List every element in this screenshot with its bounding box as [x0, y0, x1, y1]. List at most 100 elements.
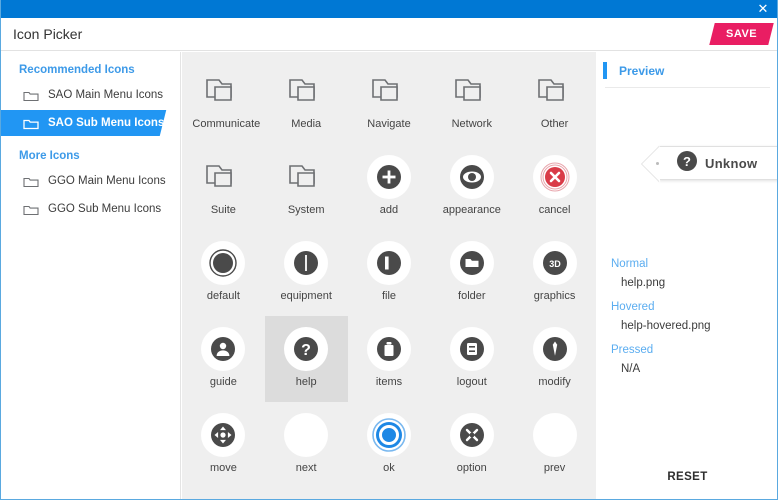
- icon-cell-label: file: [381, 290, 397, 302]
- sidebar-item-label: SAO Sub Menu Icons: [48, 117, 165, 129]
- preview-state-key: Hovered: [611, 301, 655, 313]
- plus-circle-icon: [366, 152, 411, 202]
- sidebar-item-ggo-sub-menu-icons[interactable]: GGO Sub Menu Icons: [1, 196, 180, 222]
- icon-cell-label: Media: [291, 118, 322, 130]
- icon-cell-label: Communicate: [192, 118, 261, 130]
- icon-cell-label: Network: [451, 118, 492, 130]
- icon-cell-items[interactable]: items: [348, 316, 431, 402]
- preview-title: Preview: [619, 64, 665, 78]
- icon-cell-label: guide: [209, 376, 237, 388]
- icon-cell-label: ok: [383, 462, 395, 474]
- icon-cell-appearance[interactable]: appearance: [430, 144, 513, 230]
- icon-cell-graphics[interactable]: 3D graphics: [513, 230, 596, 316]
- icon-cell-label: Other: [540, 118, 569, 130]
- preview-header: Preview: [603, 52, 770, 88]
- icon-grid-area: Communicate Media Navigate Network Other Suit…: [182, 52, 596, 499]
- preview-state-value: help-hovered.png: [621, 320, 711, 332]
- icon-cell-label: System: [287, 204, 325, 216]
- icon-cell-label: prev: [543, 462, 566, 474]
- preview-accent-bar: [603, 62, 607, 79]
- graphics-3d-icon: 3D: [532, 238, 577, 288]
- icon-cell-default[interactable]: default: [182, 230, 265, 316]
- sidebar-item-sao-sub-menu-icons[interactable]: SAO Sub Menu Icons: [1, 110, 180, 136]
- icon-cell-label: modify: [538, 376, 571, 388]
- folder-outline-icon: [203, 152, 243, 202]
- svg-text:?: ?: [301, 342, 311, 359]
- icon-cell-label: add: [379, 204, 399, 216]
- preview-tag-widget: ? Unknow: [642, 146, 777, 182]
- icon-cell-guide[interactable]: guide: [182, 316, 265, 402]
- preview-state-row: Pressed N/A: [597, 344, 777, 375]
- equipment-icon: [284, 238, 329, 288]
- preview-state-row: Hovered help-hovered.png: [597, 301, 777, 332]
- guide-person-icon: [201, 324, 246, 374]
- sidebar-item-sao-main-menu-icons[interactable]: SAO Main Menu Icons: [1, 82, 180, 108]
- icon-cell-cancel[interactable]: cancel: [513, 144, 596, 230]
- modify-pen-icon: [532, 324, 577, 374]
- icon-cell-add[interactable]: add: [348, 144, 431, 230]
- sidebar-item-ggo-main-menu-icons[interactable]: GGO Main Menu Icons: [1, 168, 180, 194]
- icon-cell-label: appearance: [442, 204, 501, 216]
- icon-cell-help[interactable]: ? help: [264, 316, 348, 402]
- preview-panel: Preview ? Unknow Normal help.png Hovered he…: [597, 52, 777, 499]
- preview-state-key: Normal: [611, 258, 649, 270]
- icon-cell-label: Suite: [210, 204, 236, 216]
- save-button[interactable]: SAVE: [709, 23, 774, 45]
- app-header: Icon Picker SAVE: [1, 18, 777, 51]
- eye-icon: [449, 152, 494, 202]
- icon-cell-label: items: [375, 376, 403, 388]
- icon-cell-label: graphics: [533, 290, 576, 302]
- reset-button[interactable]: RESET: [597, 471, 777, 483]
- preview-stage: ? Unknow: [597, 88, 777, 246]
- icon-cell-move[interactable]: move: [182, 402, 265, 488]
- question-mark-icon: ?: [676, 150, 698, 177]
- close-icon[interactable]: ✕: [755, 1, 771, 17]
- sidebar-item-label: SAO Main Menu Icons: [48, 89, 164, 101]
- icon-cell-media[interactable]: Media: [265, 58, 348, 144]
- blank-icon: [532, 410, 577, 460]
- icon-cell-communicate[interactable]: Communicate: [182, 58, 265, 144]
- icon-cell-option[interactable]: option: [430, 402, 513, 488]
- folder-outline-icon: [452, 66, 492, 116]
- icon-cell-label: folder: [458, 290, 486, 302]
- icon-grid: Communicate Media Navigate Network Other Suit…: [182, 52, 596, 488]
- sidebar-item-label: GGO Sub Menu Icons: [48, 203, 162, 215]
- sidebar-section-title: More Icons: [19, 150, 80, 162]
- sidebar-section-title: Recommended Icons: [19, 64, 135, 76]
- folder-outline-icon: [535, 66, 575, 116]
- blank-icon: [284, 410, 329, 460]
- tag-dot-icon: [656, 162, 659, 165]
- icon-cell-next[interactable]: next: [265, 402, 348, 488]
- items-bag-icon: [366, 324, 411, 374]
- sidebar: Recommended Icons SAO Main Menu Icons SAO …: [1, 52, 181, 499]
- icon-cell-system[interactable]: System: [265, 144, 348, 230]
- icon-cell-other[interactable]: Other: [513, 58, 596, 144]
- folder-icon: [23, 117, 39, 130]
- icon-cell-label: cancel: [538, 204, 571, 216]
- icon-cell-label: move: [209, 462, 237, 474]
- icon-cell-equipment[interactable]: equipment: [265, 230, 348, 316]
- folder-outline-icon: [203, 66, 243, 116]
- folder-icon: [23, 89, 39, 102]
- icon-cell-label: help: [295, 376, 317, 388]
- preview-states: Normal help.png Hovered help-hovered.png Pre…: [597, 258, 777, 375]
- page-title: Icon Picker: [13, 26, 83, 42]
- icon-cell-logout[interactable]: logout: [430, 316, 513, 402]
- icon-cell-prev[interactable]: prev: [513, 402, 596, 488]
- icon-cell-network[interactable]: Network: [430, 58, 513, 144]
- icon-cell-label: option: [456, 462, 487, 474]
- icon-cell-ok[interactable]: ok: [348, 402, 431, 488]
- icon-cell-folder[interactable]: folder: [430, 230, 513, 316]
- logout-icon: [449, 324, 494, 374]
- default-ring-icon: [201, 238, 246, 288]
- icon-cell-navigate[interactable]: Navigate: [348, 58, 431, 144]
- ok-target-icon: [366, 410, 411, 460]
- icon-cell-modify[interactable]: modify: [513, 316, 596, 402]
- icon-cell-suite[interactable]: Suite: [182, 144, 265, 230]
- preview-state-value: N/A: [621, 363, 641, 375]
- svg-text:?: ?: [683, 154, 691, 169]
- folder-icon: [23, 203, 39, 216]
- title-bar: ✕: [1, 0, 777, 18]
- option-tools-icon: [449, 410, 494, 460]
- icon-cell-file[interactable]: file: [348, 230, 431, 316]
